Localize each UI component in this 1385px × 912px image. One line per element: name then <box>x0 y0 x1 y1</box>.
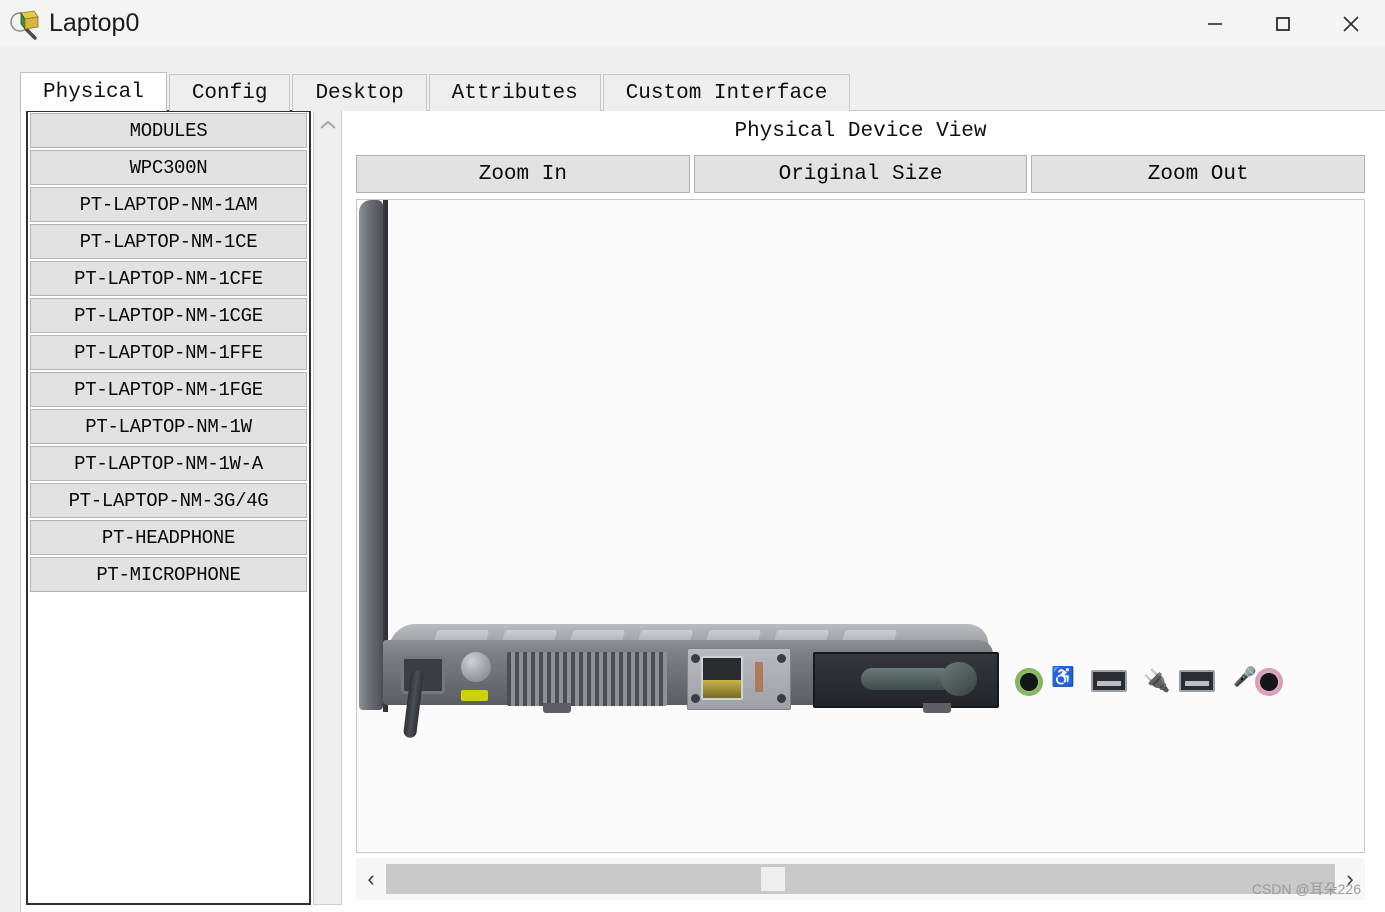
module-item-nm-1ce[interactable]: PT-LAPTOP-NM-1CE <box>30 224 307 259</box>
module-item-nm-1cge[interactable]: PT-LAPTOP-NM-1CGE <box>30 298 307 333</box>
tab-desktop[interactable]: Desktop <box>292 74 427 111</box>
window-titlebar: Laptop0 <box>0 0 1385 47</box>
module-item-nm-1fge[interactable]: PT-LAPTOP-NM-1FGE <box>30 372 307 407</box>
module-item-microphone[interactable]: PT-MICROPHONE <box>30 557 307 592</box>
chevron-up-icon[interactable] <box>314 111 341 139</box>
rj45-ethernet-port[interactable] <box>701 656 743 700</box>
device-canvas[interactable]: ♿ 🔌 🎤 <box>356 199 1365 853</box>
tab-physical[interactable]: Physical <box>20 72 167 111</box>
device-horizontal-scrollbar[interactable]: ‹ › <box>356 858 1365 900</box>
tab-config-label: Config <box>191 81 268 105</box>
module-item-nm-1w-a[interactable]: PT-LAPTOP-NM-1W-A <box>30 446 307 481</box>
module-item-wpc300n[interactable]: WPC300N <box>30 150 307 185</box>
tab-physical-label: Physical <box>43 80 144 104</box>
tab-custom-interface-label: Custom Interface <box>625 81 828 105</box>
module-item-nm-3g-4g[interactable]: PT-LAPTOP-NM-3G/4G <box>30 483 307 518</box>
tab-bar: Physical Config Desktop Attributes Custo… <box>20 72 852 111</box>
zoom-in-button[interactable]: Zoom In <box>356 155 690 193</box>
scroll-left-arrow-icon[interactable]: ‹ <box>356 858 386 900</box>
usb-port[interactable] <box>1179 670 1215 692</box>
module-item-nm-1w[interactable]: PT-LAPTOP-NM-1W <box>30 409 307 444</box>
headphone-jack-port[interactable] <box>1015 668 1043 696</box>
laptop-foot <box>923 703 951 713</box>
device-view-title: Physical Device View <box>734 120 987 143</box>
zoom-out-button[interactable]: Zoom Out <box>1031 155 1366 193</box>
module-item-nm-1am[interactable]: PT-LAPTOP-NM-1AM <box>30 187 307 222</box>
laptop-lid-seam <box>383 200 388 712</box>
laptop-foot <box>543 703 571 713</box>
tab-attributes-label: Attributes <box>451 81 578 105</box>
modules-vertical-scrollbar[interactable] <box>313 110 342 905</box>
window-title: Laptop0 <box>49 9 140 37</box>
expansion-bay-connector <box>861 668 953 690</box>
screw-icon <box>777 694 786 703</box>
module-slot <box>755 662 763 692</box>
scroll-right-arrow-icon[interactable]: › <box>1335 858 1365 900</box>
module-item-nm-1cfe[interactable]: PT-LAPTOP-NM-1CFE <box>30 261 307 296</box>
usb-icon: 🔌 <box>1143 668 1171 693</box>
modules-panel: MODULES WPC300N PT-LAPTOP-NM-1AM PT-LAPT… <box>26 110 311 905</box>
expansion-bay-connector-head <box>941 662 977 696</box>
microphone-icon: 🎤 <box>1233 667 1257 688</box>
status-led-indicator <box>461 690 488 701</box>
window-controls <box>1181 0 1385 47</box>
ventilation-grille <box>507 652 667 706</box>
power-button-icon[interactable] <box>461 652 491 682</box>
laptop-lid <box>359 200 383 710</box>
tab-desktop-label: Desktop <box>315 81 404 105</box>
tab-attributes[interactable]: Attributes <box>428 74 601 111</box>
screw-icon <box>777 654 786 663</box>
headphone-icon: ♿ <box>1051 667 1075 688</box>
physical-device-view: Physical Device View Zoom In Original Si… <box>356 110 1366 905</box>
original-size-button[interactable]: Original Size <box>693 155 1028 193</box>
scrollbar-track[interactable] <box>386 864 1335 894</box>
tab-config[interactable]: Config <box>168 74 291 111</box>
minimize-button[interactable] <box>1181 0 1249 47</box>
module-item-nm-1ffe[interactable]: PT-LAPTOP-NM-1FFE <box>30 335 307 370</box>
close-button[interactable] <box>1317 0 1385 47</box>
laptop-device-image[interactable]: ♿ 🔌 🎤 <box>357 200 1364 852</box>
module-item-headphone[interactable]: PT-HEADPHONE <box>30 520 307 555</box>
zoom-toolbar: Zoom In Original Size Zoom Out <box>356 155 1366 193</box>
scrollbar-thumb[interactable] <box>760 867 785 891</box>
modules-list: MODULES WPC300N PT-LAPTOP-NM-1AM PT-LAPT… <box>28 112 309 594</box>
screw-icon <box>691 654 700 663</box>
modules-header: MODULES <box>30 113 307 148</box>
screw-icon <box>691 694 700 703</box>
inspect-magnifier-icon <box>8 7 42 41</box>
microphone-jack-port[interactable] <box>1255 668 1283 696</box>
tab-custom-interface[interactable]: Custom Interface <box>602 74 851 111</box>
window-body: Physical Config Desktop Attributes Custo… <box>0 47 1385 912</box>
maximize-button[interactable] <box>1249 0 1317 47</box>
usb-port[interactable] <box>1091 670 1127 692</box>
